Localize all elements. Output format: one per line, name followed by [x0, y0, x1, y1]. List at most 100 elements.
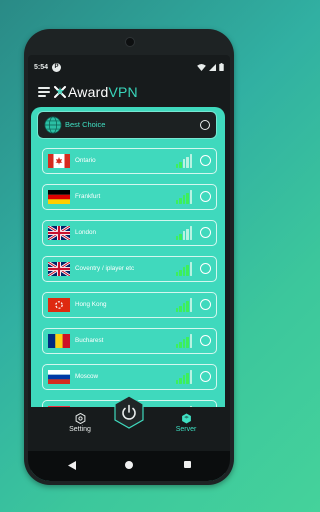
tab-setting-label: Setting — [69, 426, 91, 433]
server-label: Frankfurt — [75, 193, 101, 200]
server-label: Ontario — [75, 157, 96, 164]
system-icons — [197, 63, 224, 71]
server-label: London — [75, 229, 97, 236]
tab-server-label: Server — [175, 426, 197, 433]
recents-icon[interactable] — [184, 461, 191, 468]
hamburger-menu-icon[interactable] — [38, 87, 50, 97]
server-radio[interactable] — [200, 155, 211, 166]
signal-bar — [189, 190, 192, 204]
signal-strength-icon — [175, 298, 192, 312]
best-choice-option[interactable]: Best Choice — [38, 112, 216, 138]
server-radio[interactable] — [200, 299, 211, 310]
hong-kong-flag-icon — [48, 298, 70, 312]
signal-bar — [175, 308, 179, 312]
best-choice-radio[interactable] — [200, 120, 210, 130]
signal-strength-icon — [175, 226, 192, 240]
uk-flag-icon — [48, 226, 70, 240]
brand-suffix: VPN — [108, 84, 138, 100]
phone-frame: 5:54 P AwardVPN Best Choice Ontario Fran… — [24, 29, 234, 485]
signal-bar — [182, 303, 186, 312]
signal-bar — [189, 298, 192, 312]
germany-flag-icon — [48, 190, 70, 204]
signal-bar — [189, 154, 192, 168]
signal-strength-icon — [175, 262, 192, 276]
signal-strength-icon — [175, 334, 192, 348]
server-row-coventry-iplayer-etc[interactable]: Coventry / iplayer etc — [42, 256, 217, 282]
signal-bar — [179, 269, 182, 276]
signal-bar — [186, 264, 189, 276]
server-row-london[interactable]: London — [42, 220, 217, 246]
signal-bar — [186, 228, 189, 240]
server-radio[interactable] — [200, 371, 211, 382]
power-connect-button[interactable] — [112, 395, 146, 429]
server-radio[interactable] — [200, 335, 211, 346]
server-label: Bucharest — [75, 337, 104, 344]
globe-icon — [44, 116, 62, 134]
status-bar: 5:54 P — [28, 61, 230, 75]
signal-bar — [189, 262, 192, 276]
signal-strength-icon — [175, 190, 192, 204]
romania-flag-icon — [48, 334, 70, 348]
signal-bar — [175, 164, 179, 168]
server-label: Coventry / iplayer etc — [75, 265, 135, 272]
gear-icon — [75, 413, 85, 424]
signal-bar — [186, 372, 189, 384]
signal-bar — [182, 159, 186, 168]
home-icon[interactable] — [125, 461, 133, 469]
server-row-frankfurt[interactable]: Frankfurt — [42, 184, 217, 210]
signal-bar — [182, 339, 186, 348]
server-row-bucharest[interactable]: Bucharest — [42, 328, 217, 354]
signal-bar — [182, 231, 186, 240]
best-choice-label: Best Choice — [65, 120, 106, 129]
signal-bar — [179, 341, 182, 348]
signal-bar — [189, 370, 192, 384]
signal-bar — [186, 300, 189, 312]
server-label: Moscow — [75, 373, 99, 380]
uk-flag-icon — [48, 262, 70, 276]
signal-bar — [186, 192, 189, 204]
signal-bar — [179, 233, 182, 240]
signal-strength-icon — [175, 370, 192, 384]
status-time: 5:54 — [34, 64, 49, 71]
server-row-moscow[interactable]: Moscow — [42, 364, 217, 390]
server-hexagon-icon — [181, 413, 191, 424]
server-row-ontario[interactable]: Ontario — [42, 148, 217, 174]
award-logo-icon — [54, 86, 66, 98]
app-title: AwardVPN — [68, 84, 138, 100]
signal-bar — [182, 375, 186, 384]
signal-bar — [179, 161, 182, 168]
signal-bar — [186, 156, 189, 168]
signal-bar — [175, 200, 179, 204]
signal-bar — [175, 272, 179, 276]
signal-bar — [182, 267, 186, 276]
canada-flag-icon — [48, 154, 70, 168]
server-label: Hong Kong — [75, 301, 107, 308]
back-icon[interactable] — [68, 461, 76, 470]
android-nav-bar — [28, 451, 230, 481]
signal-bar — [175, 344, 179, 348]
app-header: AwardVPN — [28, 81, 230, 103]
server-radio[interactable] — [200, 263, 211, 274]
app-screen: 5:54 P AwardVPN Best Choice Ontario Fran… — [28, 55, 230, 481]
server-radio[interactable] — [200, 227, 211, 238]
signal-bar — [175, 236, 179, 240]
signal-bar — [189, 226, 192, 240]
signal-bar — [175, 380, 179, 384]
russia-flag-icon — [48, 370, 70, 384]
signal-strength-icon — [175, 154, 192, 168]
signal-bar — [186, 336, 189, 348]
server-row-hong-kong[interactable]: Hong Kong — [42, 292, 217, 318]
signal-bar — [179, 197, 182, 204]
tab-server[interactable]: Server — [156, 413, 216, 433]
signal-bar — [189, 334, 192, 348]
tab-setting[interactable]: Setting — [50, 413, 110, 433]
notification-badge: P — [52, 63, 61, 72]
brand-prefix: Award — [68, 84, 109, 100]
signal-bar — [182, 195, 186, 204]
server-radio[interactable] — [200, 191, 211, 202]
cell-signal-icon — [209, 63, 216, 71]
signal-bar — [179, 377, 182, 384]
front-camera — [125, 37, 135, 47]
signal-bar — [179, 305, 182, 312]
battery-icon — [219, 63, 224, 71]
